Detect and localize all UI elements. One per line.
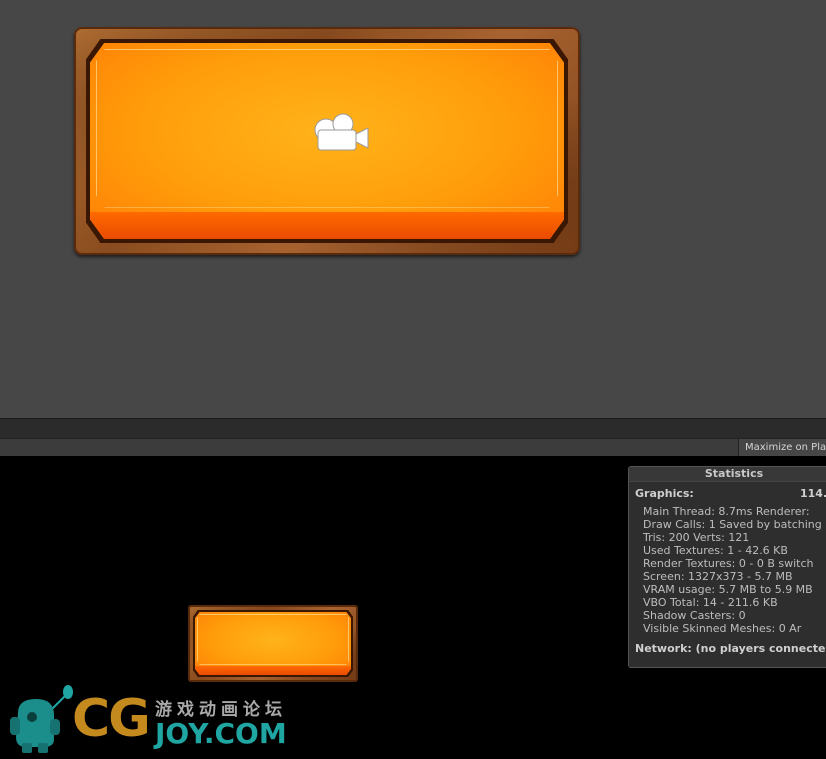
statistics-title: Statistics xyxy=(629,467,826,482)
watermark-cg: CG xyxy=(72,689,151,749)
stat-skinned-meshes: Visible Skinned Meshes: 0 Ar xyxy=(643,622,802,635)
maximize-on-play-button[interactable]: Maximize on Play xyxy=(738,439,826,457)
network-status: Network: (no players connected) xyxy=(635,642,826,655)
button-glass-face xyxy=(195,612,351,675)
stat-main-thread: Main Thread: 8.7ms Renderer: xyxy=(643,505,810,518)
robot-mascot-icon xyxy=(10,685,73,753)
stat-vbo-total: VBO Total: 14 - 211.6 KB xyxy=(643,596,778,609)
stat-screen: Screen: 1327x373 - 5.7 MB xyxy=(643,570,793,583)
camera-icon[interactable] xyxy=(312,110,372,154)
stat-vram: VRAM usage: 5.7 MB to 5.9 MB xyxy=(643,583,813,596)
scene-view[interactable] xyxy=(0,0,826,418)
stat-used-textures: Used Textures: 1 - 42.6 KB xyxy=(643,544,788,557)
statistics-lines: Main Thread: 8.7ms Renderer: Draw Calls:… xyxy=(643,505,822,635)
stat-tris-verts: Tris: 200 Verts: 121 xyxy=(643,531,750,544)
cgjoy-watermark: CG 游戏动画论坛 JOY.COM xyxy=(8,683,308,755)
panel-divider xyxy=(0,418,826,439)
graphics-label: Graphics: xyxy=(635,487,694,500)
game-view-toolbar: Maximize on Play xyxy=(0,438,826,458)
fps-value: 114. xyxy=(800,487,826,500)
stat-render-textures: Render Textures: 0 - 0 B switch xyxy=(643,557,814,570)
game-button-sprite[interactable] xyxy=(188,605,358,682)
watermark-joy-com: JOY.COM xyxy=(155,717,287,750)
stat-draw-calls: Draw Calls: 1 Saved by batching xyxy=(643,518,822,531)
statistics-panel: Statistics Graphics: 114. Main Thread: 8… xyxy=(628,466,826,668)
stat-shadow-casters: Shadow Casters: 0 xyxy=(643,609,746,622)
